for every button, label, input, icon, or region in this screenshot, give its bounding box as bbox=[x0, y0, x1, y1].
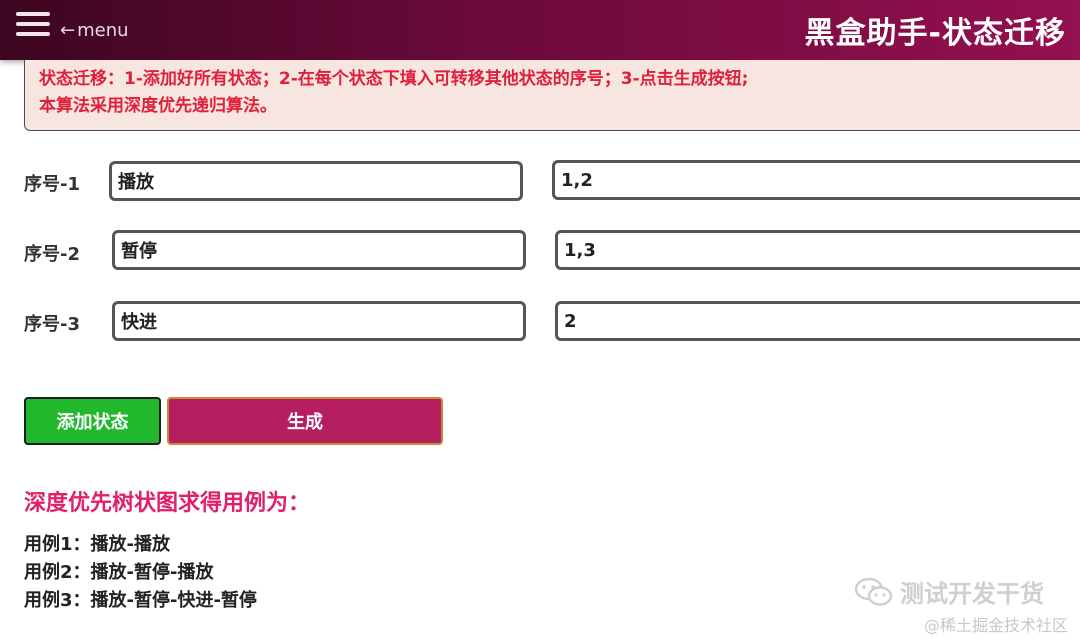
state-2-label: 序号-2 bbox=[24, 244, 80, 265]
top-bar: ← menu 黑盒助手-状态迁移 bbox=[0, 0, 1080, 60]
generate-button[interactable]: 生成 bbox=[167, 397, 443, 445]
notice-line-2: 本算法采用深度优先递归算法。 bbox=[39, 96, 277, 116]
app-title: 黑盒助手-状态迁移 bbox=[804, 16, 1066, 51]
wechat-icon bbox=[854, 577, 893, 606]
state-3-label: 序号-3 bbox=[24, 314, 80, 335]
result-heading: 深度优先树状图求得用例为： bbox=[24, 491, 311, 516]
hamburger-menu-icon[interactable] bbox=[16, 12, 52, 38]
test-case-item: 用例2：播放-暂停-播放 bbox=[24, 562, 214, 583]
menu-link[interactable]: ← menu bbox=[60, 20, 129, 41]
menu-label: menu bbox=[77, 20, 129, 41]
state-2-transitions-input[interactable] bbox=[555, 230, 1080, 270]
state-1-name-input[interactable] bbox=[109, 161, 523, 201]
state-3-name-input[interactable] bbox=[112, 301, 526, 341]
watermark: 测试开发干货 bbox=[854, 574, 1044, 609]
back-arrow-icon: ← bbox=[60, 20, 76, 41]
watermark-sub-text: @稀土掘金技术社区 bbox=[923, 616, 1068, 635]
state-3-transitions-input[interactable] bbox=[555, 301, 1080, 341]
notice-line-1: 状态迁移：1-添加好所有状态；2-在每个状态下填入可转移其他状态的序号；3-点击… bbox=[39, 69, 749, 89]
add-state-button[interactable]: 添加状态 bbox=[24, 397, 161, 445]
test-case-item: 用例1：播放-播放 bbox=[24, 534, 170, 555]
test-case-item: 用例3：播放-暂停-快进-暂停 bbox=[24, 590, 257, 611]
state-1-label: 序号-1 bbox=[24, 174, 80, 195]
state-2-name-input[interactable] bbox=[112, 230, 526, 270]
instructions-notice: 状态迁移：1-添加好所有状态；2-在每个状态下填入可转移其他状态的序号；3-点击… bbox=[24, 60, 1080, 131]
watermark-text: 测试开发干货 bbox=[900, 580, 1044, 608]
state-1-transitions-input[interactable] bbox=[552, 160, 1080, 200]
